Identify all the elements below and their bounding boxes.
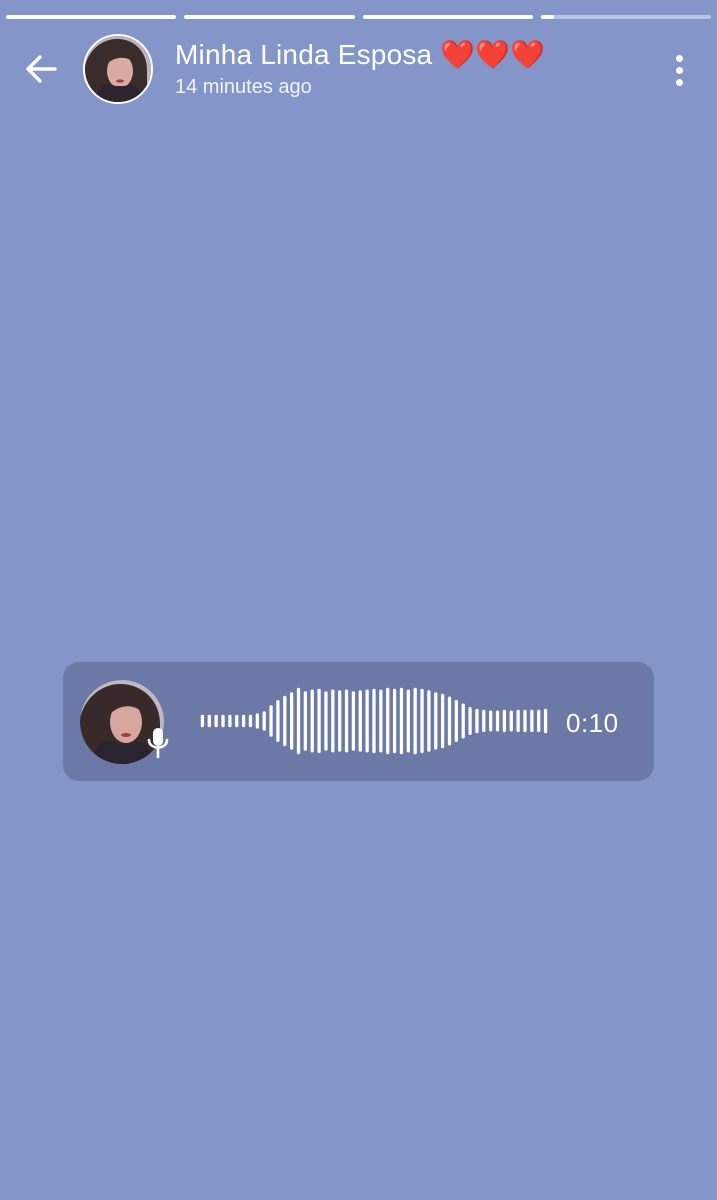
waveform-bar bbox=[406, 689, 410, 753]
story-progress-fill bbox=[540, 15, 555, 19]
waveform-bar bbox=[235, 714, 239, 728]
waveform-bar bbox=[537, 709, 541, 733]
waveform-bar bbox=[324, 691, 328, 751]
arrow-left-icon bbox=[26, 55, 57, 83]
waveform-bar bbox=[461, 703, 465, 739]
waveform-bar bbox=[331, 689, 335, 753]
waveform-bar bbox=[338, 690, 342, 752]
waveform-bar bbox=[386, 687, 390, 755]
audio-waveform[interactable] bbox=[199, 686, 549, 756]
avatar[interactable] bbox=[83, 34, 153, 104]
voice-duration: 0:10 bbox=[566, 708, 619, 738]
story-progress-segment bbox=[362, 15, 533, 19]
waveform-bar bbox=[413, 687, 417, 755]
more-vertical-icon bbox=[675, 78, 683, 86]
waveform-bar bbox=[269, 705, 273, 737]
waveform-bar bbox=[530, 709, 534, 733]
waveform-bar bbox=[365, 689, 369, 753]
waveform-bar bbox=[523, 709, 527, 733]
more-options-button[interactable] bbox=[660, 48, 698, 92]
waveform-bar bbox=[228, 714, 232, 728]
waveform-bar bbox=[468, 707, 472, 735]
waveform-bar bbox=[358, 690, 362, 752]
waveform-bar bbox=[482, 709, 486, 733]
waveform-bar bbox=[214, 714, 218, 728]
waveform-bar bbox=[221, 714, 225, 728]
story-progress-fill bbox=[362, 15, 533, 19]
waveform-bar bbox=[283, 695, 287, 747]
waveform-bar bbox=[344, 689, 349, 753]
waveform-bar bbox=[255, 713, 259, 729]
waveform-bar bbox=[543, 708, 548, 734]
waveform-bar bbox=[495, 710, 500, 732]
waveform-bar bbox=[248, 714, 253, 728]
waveform-bar bbox=[427, 690, 431, 752]
story-progress bbox=[6, 15, 711, 19]
waveform-bar bbox=[447, 696, 452, 746]
waveform-bar bbox=[475, 708, 479, 734]
timestamp: 14 minutes ago bbox=[175, 76, 312, 98]
page-title: Minha Linda Esposa ❤️❤️❤️ bbox=[175, 39, 546, 70]
waveform-bar bbox=[262, 711, 266, 731]
back-button[interactable] bbox=[18, 46, 64, 92]
waveform-bar bbox=[303, 691, 308, 751]
waveform-bar bbox=[241, 714, 246, 728]
waveform-bar bbox=[276, 700, 280, 742]
waveform-bar bbox=[454, 700, 458, 742]
waveform-bar bbox=[502, 709, 507, 733]
microphone-icon bbox=[147, 728, 169, 759]
waveform-bar bbox=[440, 693, 445, 749]
profile-photo bbox=[85, 36, 151, 102]
waveform-bar bbox=[351, 691, 356, 751]
waveform-bar bbox=[290, 692, 294, 750]
waveform-bar bbox=[489, 710, 493, 732]
voice-message-card[interactable]: 0:10 bbox=[63, 662, 654, 781]
waveform-bar bbox=[207, 714, 211, 728]
story-progress-segment bbox=[6, 15, 177, 19]
waveform-bar bbox=[434, 692, 438, 750]
more-vertical-icon bbox=[675, 66, 683, 74]
waveform-bar bbox=[200, 714, 205, 728]
story-progress-segment bbox=[184, 15, 355, 19]
waveform-bar bbox=[509, 710, 513, 732]
waveform-bar bbox=[379, 689, 383, 753]
waveform-bar bbox=[420, 688, 424, 754]
waveform-bar bbox=[296, 687, 301, 755]
more-vertical-icon bbox=[675, 54, 683, 62]
waveform-bar bbox=[392, 688, 397, 754]
waveform-bar bbox=[372, 688, 376, 754]
story-progress-fill bbox=[6, 15, 177, 19]
waveform-bar bbox=[516, 709, 520, 733]
story-progress-segment bbox=[540, 15, 711, 19]
waveform-bar bbox=[310, 689, 314, 753]
waveform-bar bbox=[317, 688, 321, 754]
story-progress-fill bbox=[184, 15, 355, 19]
waveform-bar bbox=[399, 687, 404, 755]
